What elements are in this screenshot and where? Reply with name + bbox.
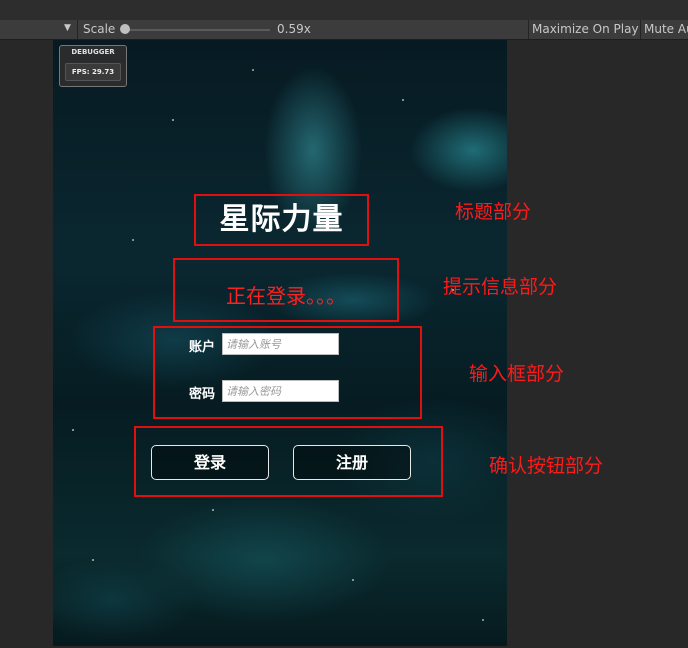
password-label: 密码 (189, 387, 216, 402)
annotation-input-part: 输入框部分 (469, 363, 565, 385)
annotation-button-part: 确认按钮部分 (489, 455, 604, 477)
account-input[interactable] (222, 333, 339, 355)
login-button[interactable]: 登录 (151, 445, 269, 480)
fps-counter: FPS: 29.73 (65, 63, 121, 81)
game-view-toolbar: ▼ Scale 0.59x Maximize On Play Mute Au (0, 20, 688, 40)
scale-value: 0.59x (277, 22, 311, 36)
toolbar-divider (528, 20, 529, 39)
hint-section: 正在登录。。。 (173, 258, 399, 322)
debugger-panel[interactable]: DEBUGGER FPS: 29.73 (59, 45, 127, 87)
hint-message: 正在登录。。。 (226, 284, 346, 308)
editor-top-strip (0, 0, 688, 20)
game-title: 星际力量 (194, 194, 369, 246)
game-viewport: DEBUGGER FPS: 29.73 星际力量 正在登录。。。 账户 密码 登… (53, 40, 507, 646)
debugger-title: DEBUGGER (71, 48, 115, 56)
annotation-hint-part: 提示信息部分 (443, 276, 558, 298)
scale-label: Scale (83, 22, 116, 36)
button-section: 登录 注册 (134, 426, 443, 497)
account-label: 账户 (189, 340, 216, 355)
toolbar-divider (640, 20, 641, 39)
scale-slider[interactable] (124, 29, 270, 31)
register-button[interactable]: 注册 (293, 445, 411, 480)
toolbar-divider (77, 20, 78, 39)
input-section: 账户 密码 (153, 326, 422, 419)
maximize-on-play-button[interactable]: Maximize On Play (532, 22, 639, 36)
scale-slider-handle[interactable] (120, 24, 130, 34)
chevron-down-icon[interactable]: ▼ (64, 23, 71, 33)
annotation-title-part: 标题部分 (455, 201, 532, 223)
password-input[interactable] (222, 380, 339, 402)
mute-audio-button[interactable]: Mute Au (644, 22, 688, 36)
